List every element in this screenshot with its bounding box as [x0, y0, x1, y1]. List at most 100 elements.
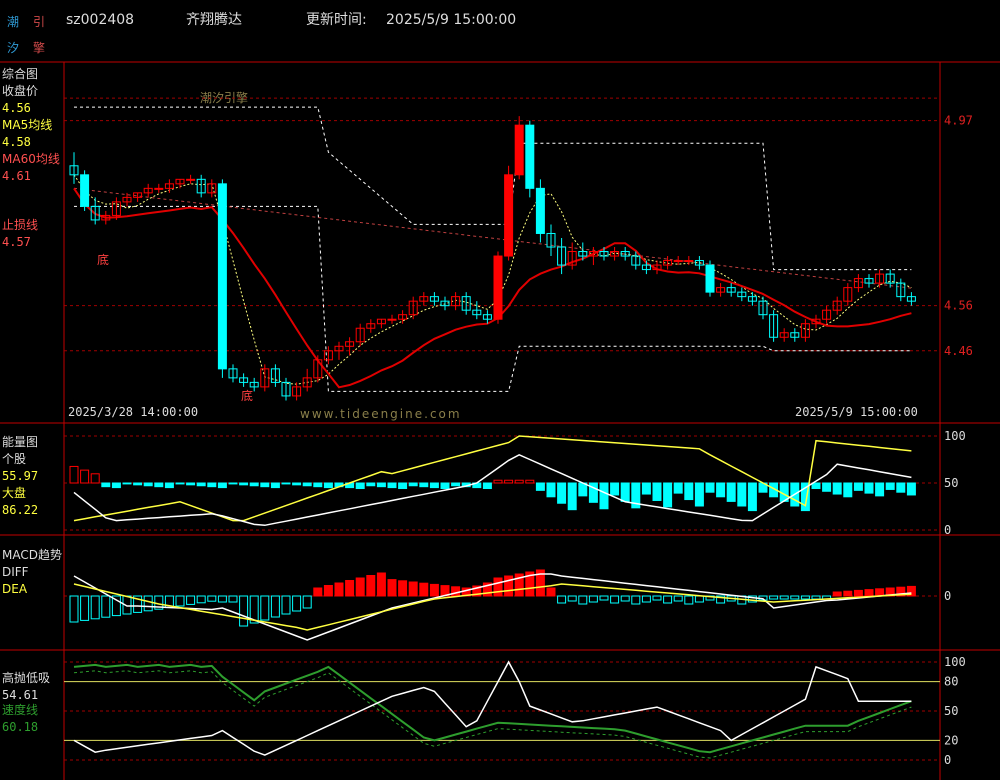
stock-name: 齐翔腾达: [186, 11, 242, 28]
energy-bar: [853, 482, 863, 491]
energy-bar: [747, 482, 757, 512]
bottom-mark: 底: [241, 388, 253, 403]
energy-bar: [557, 482, 567, 504]
energy-bar: [154, 482, 164, 488]
energy-bar: [694, 482, 704, 507]
energy-bar: [546, 482, 556, 498]
macd-bar: [493, 577, 503, 597]
macd-bar: [387, 579, 397, 597]
energy-bar: [260, 482, 270, 488]
energy-bar: [281, 482, 291, 485]
energy-bar: [419, 482, 429, 488]
energy-bar: [811, 482, 821, 490]
energy-bar: [249, 482, 259, 487]
date-end: 2025/5/9 15:00:00: [795, 405, 918, 419]
energy-bar: [875, 482, 885, 497]
energy-bar: [239, 482, 249, 486]
energy-bar: [535, 482, 545, 491]
energy-bar: [673, 482, 683, 494]
ma5-label: MA5均线: [2, 118, 52, 132]
logo-char: 擎: [33, 40, 45, 55]
update-time: 2025/5/9 15:00:00: [386, 12, 516, 28]
energy-bar: [705, 482, 715, 493]
macd-dea-label: DEA: [2, 582, 28, 596]
energy-bar: [737, 482, 747, 507]
energy-bar: [864, 482, 874, 494]
stock-energy-value: 55.97: [2, 469, 38, 483]
macd-bar: [504, 575, 514, 597]
energy-bar: [652, 482, 662, 501]
energy-tick: 0: [944, 523, 951, 537]
energy-title: 能量图: [2, 435, 38, 449]
candle-body: [514, 124, 524, 176]
osc-tick: 0: [944, 753, 951, 767]
candle-body: [684, 260, 694, 263]
market-energy-value: 86.22: [2, 503, 38, 517]
stock-code: sz002408: [66, 12, 134, 28]
energy-bar: [366, 482, 376, 487]
logo-char: 引: [33, 15, 45, 29]
energy-bar: [663, 482, 673, 508]
energy-bar: [610, 482, 620, 496]
candle-body: [673, 260, 683, 263]
osc-title: 高抛低吸: [2, 670, 50, 685]
energy-tick: 100: [944, 429, 966, 443]
energy-bar: [323, 482, 333, 489]
energy-bar: [620, 482, 630, 502]
candle-body: [493, 255, 503, 320]
energy-bar: [822, 482, 832, 492]
energy-bar: [302, 482, 312, 487]
price-tick: 4.56: [944, 299, 973, 313]
energy-bar: [832, 482, 842, 495]
energy-tick: 50: [944, 476, 958, 490]
candle-body: [525, 124, 535, 189]
ma60-value: 4.61: [2, 169, 31, 183]
macd-bar: [451, 586, 461, 597]
logo-char: 潮: [7, 14, 19, 29]
osc-tick: 20: [944, 733, 958, 747]
energy-bar: [355, 482, 365, 490]
background: [0, 0, 1000, 780]
candle-body: [217, 183, 227, 370]
macd-tick: 0: [944, 589, 951, 603]
stop-label: 止损线: [2, 218, 38, 232]
candle-body: [504, 174, 514, 257]
macd-bar: [334, 582, 344, 597]
price-tick: 4.46: [944, 344, 973, 358]
date-start: 2025/3/28 14:00:00: [68, 405, 198, 419]
macd-bar: [429, 583, 439, 597]
candle-body: [535, 187, 545, 234]
energy-bar: [164, 482, 174, 489]
energy-bar: [186, 482, 196, 486]
macd-bar: [313, 587, 323, 597]
price-tick: 4.97: [944, 114, 973, 128]
watermark-cn: 潮汐引擎: [200, 90, 248, 105]
update-label: 更新时间:: [306, 12, 367, 28]
osc-tick: 100: [944, 655, 966, 669]
macd-title: MACD趋势: [2, 548, 62, 562]
logo-char: 汐: [7, 40, 19, 55]
macd-bar: [345, 580, 355, 597]
speed-value: 60.18: [2, 720, 38, 734]
osc-tick: 50: [944, 704, 958, 718]
energy-bar: [175, 482, 185, 485]
energy-bar: [843, 482, 853, 498]
energy-bar: [398, 482, 408, 490]
energy-bar: [716, 482, 726, 498]
macd-bar: [398, 580, 408, 597]
energy-bar: [292, 482, 302, 486]
energy-bar: [376, 482, 386, 488]
energy-bar: [111, 482, 121, 489]
energy-bar: [133, 482, 143, 486]
macd-bar: [419, 582, 429, 597]
energy-bar: [440, 482, 450, 490]
energy-bar: [684, 482, 694, 501]
macd-bar: [864, 589, 874, 597]
candle-body: [154, 187, 164, 190]
energy-bar: [196, 482, 206, 487]
energy-bar: [228, 482, 238, 485]
energy-bar: [429, 482, 439, 489]
ma5-value: 4.58: [2, 135, 31, 149]
macd-bar: [875, 588, 885, 597]
macd-bar: [546, 587, 556, 597]
